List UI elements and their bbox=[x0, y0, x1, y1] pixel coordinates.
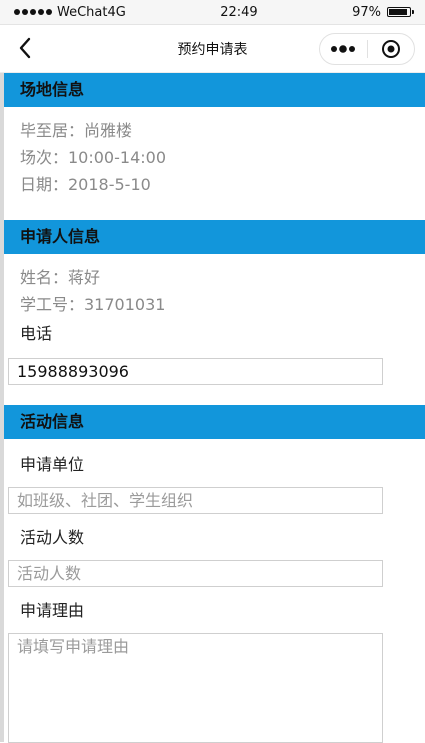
people-field: 活动人数 bbox=[4, 524, 425, 550]
status-time: 22:49 bbox=[220, 4, 258, 20]
unit-label: 申请单位 bbox=[20, 455, 85, 474]
close-miniprogram-button[interactable] bbox=[368, 34, 415, 64]
phone-input[interactable] bbox=[8, 358, 383, 385]
reason-textarea[interactable] bbox=[8, 633, 383, 743]
venue-building: 毕至居：尚雅楼 bbox=[20, 121, 133, 140]
people-label: 活动人数 bbox=[20, 528, 85, 547]
unit-input[interactable] bbox=[8, 487, 383, 514]
content: 场地信息 毕至居：尚雅楼 场次：10:00-14:00 日期：2018-5-10… bbox=[0, 73, 425, 743]
venue-section-header: 场地信息 bbox=[4, 73, 425, 107]
unit-field: 申请单位 bbox=[4, 439, 425, 477]
chevron-left-icon bbox=[19, 37, 31, 59]
nav-bar: 预约申请表 bbox=[0, 25, 425, 73]
battery-icon bbox=[386, 7, 414, 17]
venue-session: 场次：10:00-14:00 bbox=[20, 148, 166, 167]
status-left: WeChat4G bbox=[14, 5, 126, 20]
venue-info: 毕至居：尚雅楼 场次：10:00-14:00 日期：2018-5-10 bbox=[4, 107, 425, 208]
page-title: 预约申请表 bbox=[177, 41, 248, 58]
applicant-info: 姓名：蒋好 学工号：31701031 电话 bbox=[4, 254, 425, 350]
signal-strength-icon bbox=[14, 9, 52, 15]
applicant-section-header: 申请人信息 bbox=[4, 220, 425, 254]
reason-label: 申请理由 bbox=[20, 601, 85, 620]
activity-section-header: 活动信息 bbox=[4, 405, 425, 439]
venue-date: 日期：2018-5-10 bbox=[20, 175, 151, 194]
status-bar: WeChat4G 22:49 97% bbox=[0, 0, 425, 25]
more-button[interactable] bbox=[320, 34, 367, 64]
more-dots-icon bbox=[331, 45, 356, 53]
reason-field: 申请理由 bbox=[4, 597, 425, 623]
battery-percent: 97% bbox=[352, 4, 381, 20]
people-input[interactable] bbox=[8, 560, 383, 587]
status-right: 97% bbox=[352, 4, 414, 20]
applicant-id: 学工号：31701031 bbox=[20, 295, 166, 314]
back-button[interactable] bbox=[12, 35, 38, 61]
target-close-icon bbox=[381, 40, 400, 58]
applicant-name: 姓名：蒋好 bbox=[20, 268, 101, 287]
phone-label: 电话 bbox=[20, 324, 53, 343]
miniprogram-capsule bbox=[319, 33, 415, 65]
carrier-label: WeChat4G bbox=[57, 4, 126, 20]
